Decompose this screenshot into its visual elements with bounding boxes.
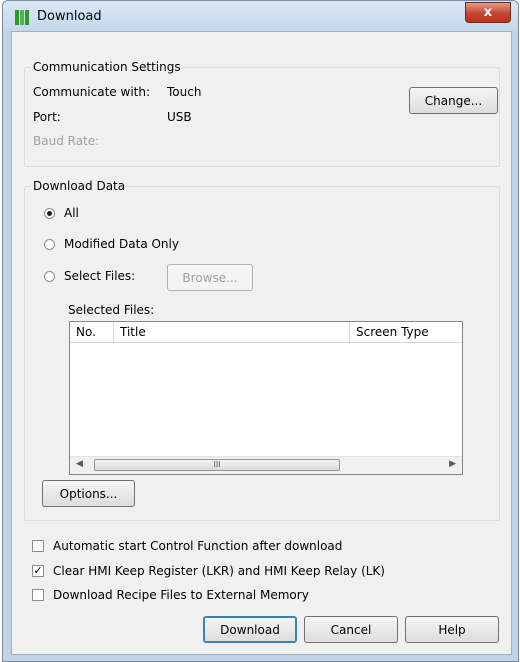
port-label: Port:: [33, 110, 61, 124]
radio-select-files[interactable]: [44, 271, 55, 282]
horizontal-scrollbar[interactable]: ◀ III ▶: [70, 456, 462, 474]
clear-keep-register-label[interactable]: Clear HMI Keep Register (LKR) and HMI Ke…: [53, 564, 385, 578]
close-button[interactable]: x: [465, 2, 511, 23]
radio-select-files-label[interactable]: Select Files:: [64, 269, 135, 283]
radio-all[interactable]: [44, 208, 55, 219]
change-button[interactable]: Change...: [409, 87, 498, 114]
column-header-title[interactable]: Title: [114, 322, 350, 342]
communicate-with-value: Touch: [167, 85, 202, 99]
auto-start-label[interactable]: Automatic start Control Function after d…: [53, 539, 342, 553]
scroll-grip-icon: III: [213, 460, 221, 469]
port-value: USB: [167, 110, 192, 124]
radio-all-label[interactable]: All: [64, 206, 79, 220]
app-icon: [15, 10, 29, 25]
column-header-screen-type[interactable]: Screen Type: [350, 322, 462, 342]
communicate-with-label: Communicate with:: [33, 85, 150, 99]
scroll-right-icon[interactable]: ▶: [449, 459, 456, 469]
title-bar[interactable]: Download x: [3, 1, 518, 31]
radio-modified-data-only[interactable]: [44, 239, 55, 250]
selected-files-label: Selected Files:: [68, 303, 155, 317]
download-recipe-label[interactable]: Download Recipe Files to External Memory: [53, 588, 309, 602]
help-button[interactable]: Help: [405, 616, 499, 643]
dialog-body: Communication Settings Communicate with:…: [11, 31, 512, 655]
communication-settings-legend: Communication Settings: [33, 60, 181, 74]
cancel-button[interactable]: Cancel: [304, 616, 398, 643]
download-recipe-checkbox[interactable]: [32, 589, 44, 601]
check-mark-icon: ✓: [33, 564, 43, 577]
close-icon: x: [483, 5, 493, 20]
browse-button[interactable]: Browse...: [167, 264, 253, 291]
scroll-left-icon[interactable]: ◀: [76, 459, 83, 469]
download-dialog-window: Download x Communication Settings Commun…: [2, 0, 519, 662]
list-header: No. Title Screen Type: [70, 322, 462, 343]
options-button[interactable]: Options...: [42, 480, 135, 507]
download-data-legend: Download Data: [33, 179, 126, 193]
auto-start-checkbox[interactable]: [32, 540, 44, 552]
selected-files-list[interactable]: No. Title Screen Type ◀ III ▶: [69, 321, 463, 475]
download-button[interactable]: Download: [203, 616, 297, 643]
baud-rate-label: Baud Rate:: [33, 134, 100, 148]
column-header-no[interactable]: No.: [70, 322, 114, 342]
radio-modified-data-only-label[interactable]: Modified Data Only: [64, 237, 179, 251]
window-title: Download: [37, 9, 102, 24]
clear-keep-register-checkbox[interactable]: ✓: [32, 565, 44, 577]
scroll-thumb[interactable]: III: [94, 459, 340, 471]
